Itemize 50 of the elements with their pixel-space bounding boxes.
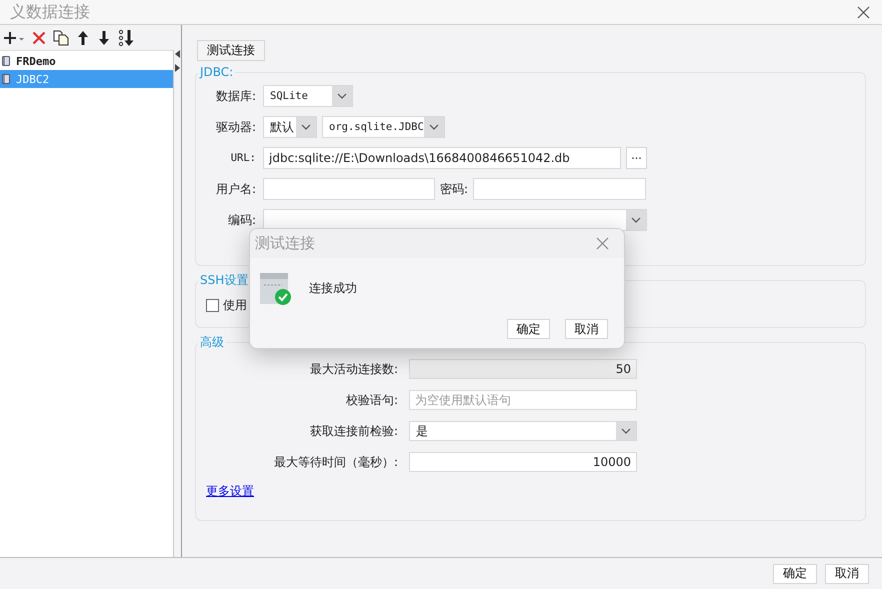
input-field[interactable]: 10000 (409, 452, 637, 472)
dialog-button[interactable]: 确定 (507, 319, 550, 339)
field-label: 驱动器: (214, 118, 256, 136)
field-label: 编码: (226, 212, 256, 228)
group-title: 高级 (199, 334, 225, 351)
window-title: 义数据连接 (10, 2, 90, 22)
delete-icon[interactable] (32, 30, 46, 44)
field-label: URL: (230, 152, 256, 164)
copy-icon[interactable] (53, 30, 69, 46)
url-field[interactable]: jdbc:sqlite://E:\Downloads\1668400846651042.db (263, 147, 621, 169)
close-icon[interactable] (596, 237, 609, 250)
checkbox[interactable] (206, 299, 219, 312)
test-connection-button[interactable]: 测试连接 (197, 40, 265, 61)
field-label: 数据库: (214, 88, 256, 104)
add-icon[interactable] (3, 30, 25, 44)
up-arrow-icon[interactable] (76, 30, 90, 46)
dialog-button[interactable]: 取消 (565, 319, 608, 339)
chevron-icon (631, 217, 641, 223)
dialog-button[interactable]: 取消 (825, 564, 869, 584)
chevron-icon (621, 428, 631, 434)
field-label: 最大活动连接数: (308, 360, 398, 378)
dialog-button[interactable]: 确定 (773, 564, 817, 584)
dropdown[interactable]: org.sqlite.JDBC (322, 116, 445, 138)
browse-button[interactable]: ··· (626, 147, 647, 169)
connection-success-icon (260, 272, 292, 304)
dropdown[interactable]: SQLite (263, 85, 353, 107)
username-field[interactable] (263, 178, 435, 200)
password-field[interactable] (473, 178, 646, 200)
dialog-message: 连接成功 (309, 280, 357, 297)
field-label: 校验语句: (344, 392, 398, 408)
group-title: SSH设置 (199, 272, 250, 289)
sort-icon[interactable] (118, 28, 136, 46)
dialog-title: 测试连接 (255, 234, 315, 253)
chevron-icon (337, 93, 347, 99)
connection-item[interactable]: FRDemo (0, 52, 173, 70)
chevron-icon (429, 124, 439, 130)
group-title: JDBC: (198, 65, 234, 79)
dropdown[interactable]: 默认 (263, 116, 317, 138)
dropdown[interactable]: 是 (409, 421, 637, 441)
database-icon (2, 56, 10, 66)
checkbox-label: 使用 (223, 297, 247, 314)
database-icon (2, 74, 10, 84)
close-icon[interactable] (857, 6, 870, 18)
chevron-icon (301, 124, 311, 130)
down-arrow-icon[interactable] (97, 30, 111, 46)
more-settings-link[interactable]: 更多设置 (206, 483, 254, 500)
field-label: 用户名: (214, 180, 256, 198)
field-label: 获取连接前检验: (308, 422, 398, 440)
field-label: 密码: (440, 180, 468, 198)
field-label: 最大等待时间（毫秒）: (272, 454, 398, 470)
